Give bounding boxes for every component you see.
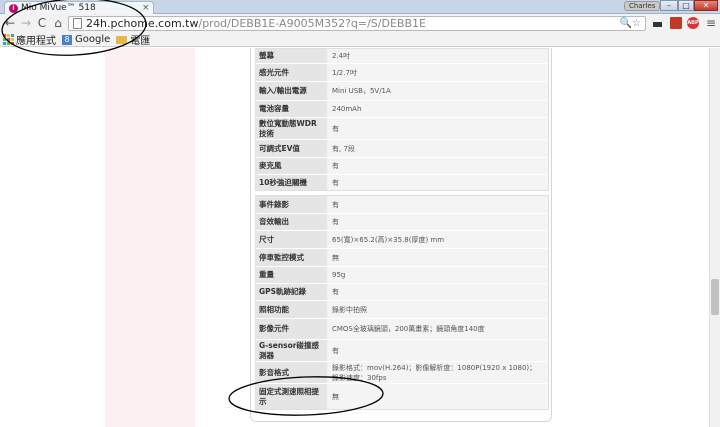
- spec-value: Mini USB，5V/1A: [327, 82, 548, 100]
- spec-value: 1/2.7吋: [327, 64, 548, 81]
- tab-close-icon[interactable]: ×: [142, 3, 150, 13]
- spec-value: 有: [327, 284, 548, 300]
- vertical-scrollbar[interactable]: [709, 48, 720, 427]
- bookmark-label: Google: [75, 34, 111, 45]
- title-bar: i Mio MiVue™ 518 × Charles – □ ✕: [0, 0, 720, 14]
- spec-label: 音效輸出: [256, 214, 327, 230]
- bookmarks-bar: 應用程式 8 Google 電匯: [0, 33, 720, 47]
- browser-tab[interactable]: i Mio MiVue™ 518 ×: [4, 1, 154, 14]
- spec-label: 數位寬動態WDR技術: [256, 118, 327, 139]
- bookmark-label: 電匯: [130, 36, 151, 47]
- spec-label: GPS軌跡記錄: [256, 284, 327, 300]
- google-icon: 8: [62, 34, 72, 45]
- spec-row: 螢幕 2.4吋: [256, 49, 548, 64]
- forward-arrow-icon[interactable]: →: [19, 16, 33, 30]
- spec-label: 照相功能: [256, 301, 327, 318]
- spec-row: 事件錄影有: [256, 196, 548, 214]
- spec-row: 10秒強迫關機有: [256, 175, 548, 190]
- browser-window: i Mio MiVue™ 518 × Charles – □ ✕ ← → C ⌂…: [0, 0, 720, 427]
- spec-value: 無: [327, 249, 548, 266]
- spec-row: 感光元件 1/2.7吋: [256, 64, 548, 82]
- spec-label: 麥克風: [256, 158, 327, 174]
- spec-row: 影像元件 CMOS全玻璃鏡頭，200萬畫素；鏡頭角度140度: [256, 319, 548, 340]
- maximize-button[interactable]: □: [678, 0, 694, 11]
- spec-label: 影音格式: [256, 362, 327, 383]
- spec-value: 有: [327, 196, 548, 213]
- home-icon[interactable]: ⌂: [51, 16, 65, 30]
- page-icon: [73, 18, 82, 29]
- spec-label: 電池容量: [256, 101, 327, 117]
- browser-toolbar: ← → C ⌂ 24h.pchome.com.tw/prod/DEBB1E-A9…: [0, 14, 720, 33]
- spec-value: 有: [327, 214, 548, 230]
- spec-value: 錄影中拍照: [327, 301, 548, 318]
- bookmark-extension-icon[interactable]: [670, 17, 682, 29]
- url-text[interactable]: 24h.pchome.com.tw/prod/DEBB1E-A9005M352?…: [86, 17, 426, 30]
- spec-label: 停車監控模式: [256, 249, 327, 266]
- search-star-icons[interactable]: 🔍☆: [620, 17, 641, 30]
- spec-value: 65(寬)×65.2(高)×35.8(厚度) mm: [327, 231, 548, 248]
- spec-value: 有: [327, 175, 548, 190]
- bookmark-folder[interactable]: 電匯: [116, 32, 150, 47]
- spec-label: 感光元件: [256, 64, 327, 81]
- spec-row: 影音格式 錄影格式：mov(H.264)；影像解析度：1080P(1920 x 1…: [256, 362, 548, 384]
- spec-row: 麥克風有: [256, 158, 548, 175]
- spec-group-1: 螢幕 2.4吋 感光元件 1/2.7吋 輸入/輸出電源 Mini USB，5V/1A 電池容…: [255, 48, 549, 191]
- spec-value: 無: [327, 384, 548, 409]
- minimize-button[interactable]: –: [660, 0, 678, 11]
- spec-value: 2.4吋: [327, 49, 548, 63]
- url-host: 24h.pchome.com.tw: [86, 17, 199, 30]
- spec-row: 輸入/輸出電源 Mini USB，5V/1A: [256, 82, 548, 101]
- profile-badge[interactable]: Charles: [624, 1, 661, 11]
- spec-label: 重量: [256, 267, 327, 283]
- spec-row: 固定式測速照相提示無: [256, 384, 548, 409]
- side-decoration: [105, 48, 195, 427]
- pchome-favicon-icon: i: [9, 3, 18, 13]
- spec-label: 輸入/輸出電源: [256, 82, 327, 100]
- menu-icon[interactable]: ≡: [706, 17, 716, 29]
- spec-row: 照相功能 錄影中拍照: [256, 301, 548, 319]
- spec-row: 數位寬動態WDR技術有: [256, 118, 548, 140]
- spec-group-2: 事件錄影有音效輸出有尺寸 65(寬)×65.2(高)×35.8(厚度) mm 停車監…: [255, 195, 549, 410]
- spec-row: 電池容量 240mAh: [256, 101, 548, 118]
- spec-value: 有: [327, 158, 548, 174]
- bookmark-google[interactable]: 8 Google: [62, 34, 110, 45]
- spec-row: G-sensor碰撞感測器有: [256, 340, 548, 362]
- spec-row: 可調式EV值 有, 7段: [256, 140, 548, 158]
- spec-value: 有: [327, 118, 548, 139]
- spec-row: 尺寸 65(寬)×65.2(高)×35.8(厚度) mm: [256, 231, 548, 249]
- spec-value: 有, 7段: [327, 140, 548, 157]
- spec-table-panel: 螢幕 2.4吋 感光元件 1/2.7吋 輸入/輸出電源 Mini USB，5V/1A 電池容…: [250, 48, 552, 422]
- spec-row: 重量 95g: [256, 267, 548, 284]
- spec-row: 停車監控模式無: [256, 249, 548, 267]
- close-window-button[interactable]: ✕: [694, 0, 718, 11]
- address-bar[interactable]: 24h.pchome.com.tw/prod/DEBB1E-A9005M352?…: [68, 16, 646, 31]
- bookmark-label: 應用程式: [16, 36, 56, 47]
- spec-row: GPS軌跡記錄有: [256, 284, 548, 301]
- extension-icon[interactable]: [653, 22, 662, 27]
- tab-title: Mio MiVue™ 518: [21, 3, 96, 13]
- scrollbar-thumb[interactable]: [711, 279, 719, 315]
- back-arrow-icon[interactable]: ←: [3, 16, 17, 30]
- spec-label: 10秒強迫關機: [256, 175, 327, 190]
- spec-label: 尺寸: [256, 231, 327, 248]
- bookmark-apps[interactable]: 應用程式: [3, 32, 56, 47]
- apps-grid-icon: [3, 34, 14, 45]
- spec-label: 事件錄影: [256, 196, 327, 213]
- reload-icon[interactable]: C: [35, 16, 49, 30]
- spec-row: 音效輸出有: [256, 214, 548, 231]
- spec-value: 95g: [327, 267, 548, 283]
- page-content: 螢幕 2.4吋 感光元件 1/2.7吋 輸入/輸出電源 Mini USB，5V/1A 電池容…: [0, 48, 709, 427]
- spec-label: 固定式測速照相提示: [256, 384, 327, 409]
- adblock-plus-icon[interactable]: ABP: [687, 17, 699, 29]
- spec-label: 影像元件: [256, 319, 327, 339]
- folder-icon: [116, 35, 128, 44]
- spec-value: 錄影格式：mov(H.264)；影像解析度：1080P(1920 x 1080)…: [327, 362, 548, 383]
- spec-value: CMOS全玻璃鏡頭，200萬畫素；鏡頭角度140度: [327, 319, 548, 339]
- spec-value: 240mAh: [327, 101, 548, 117]
- spec-label: 螢幕: [256, 49, 327, 63]
- spec-value: 有: [327, 340, 548, 361]
- spec-label: 可調式EV值: [256, 140, 327, 157]
- spec-label: G-sensor碰撞感測器: [256, 340, 327, 361]
- url-path: /prod/DEBB1E-A9005M352?q=/S/DEBB1E: [198, 17, 426, 30]
